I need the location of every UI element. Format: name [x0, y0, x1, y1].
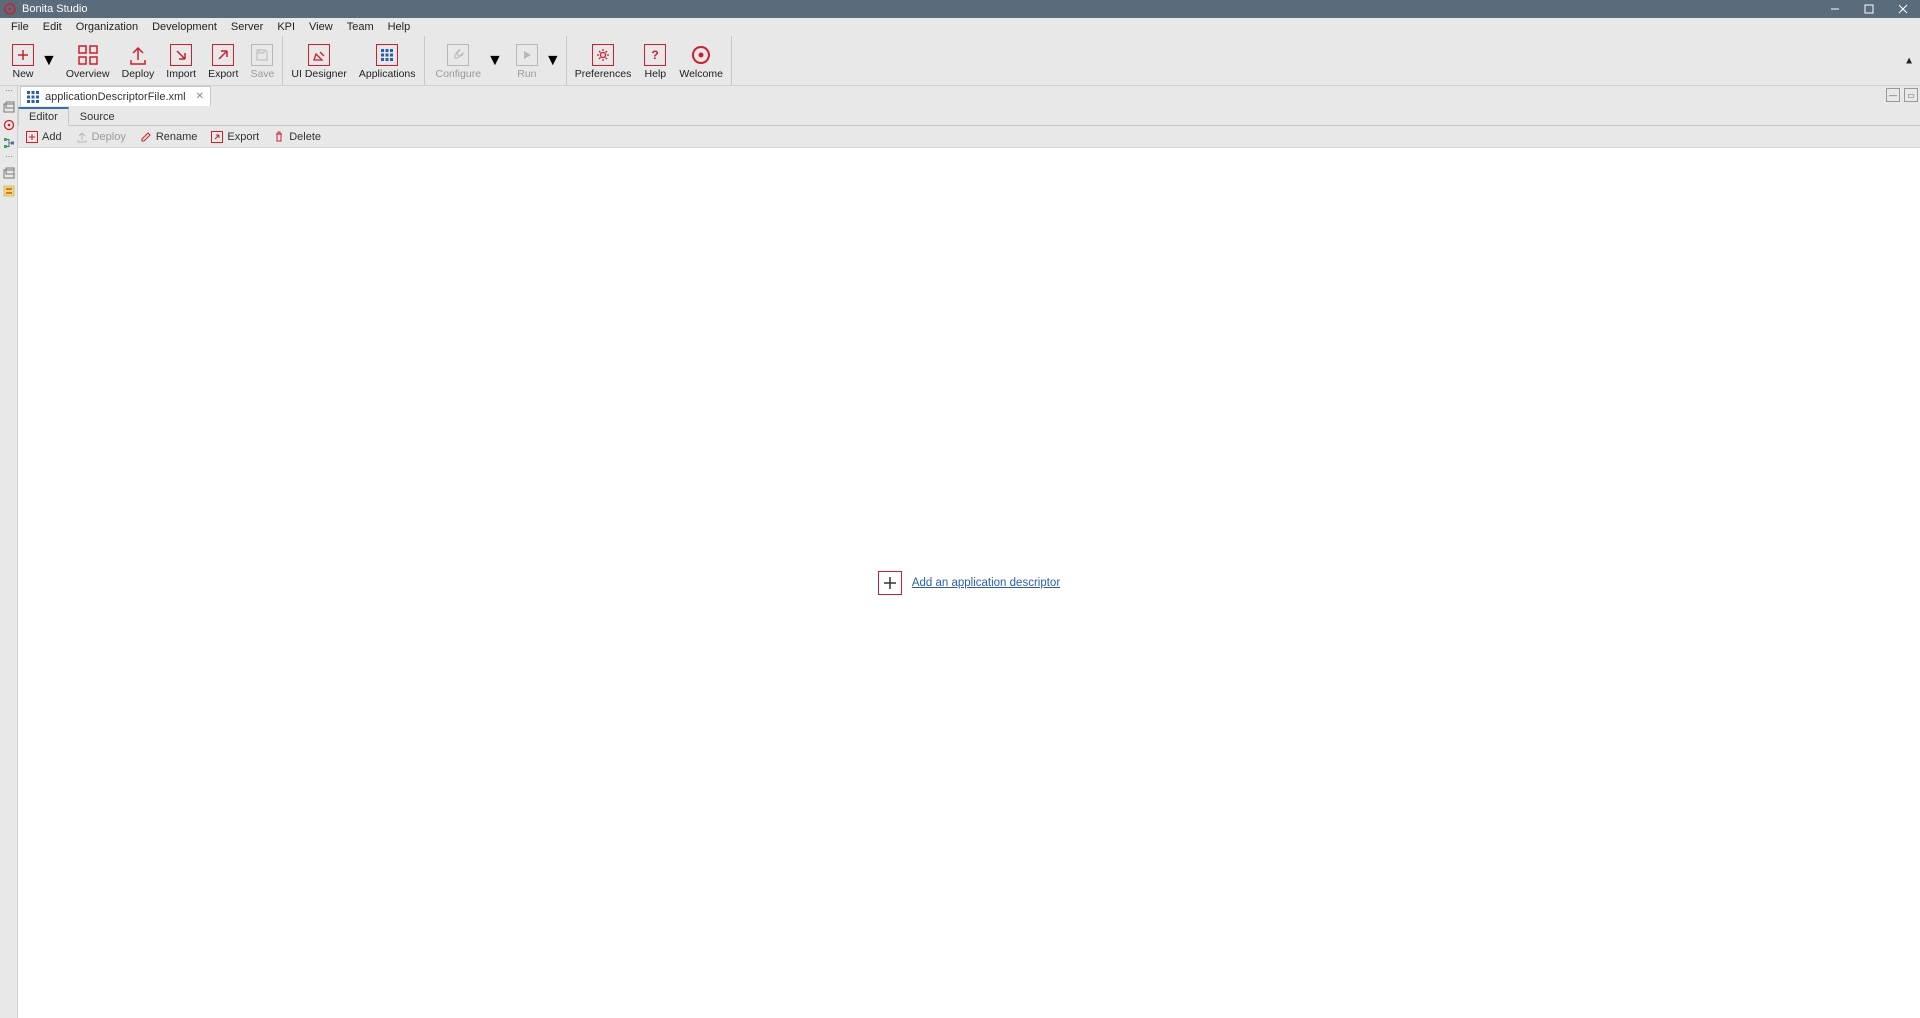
- menu-file[interactable]: File: [4, 21, 36, 33]
- new-label: New: [12, 68, 33, 80]
- chevron-down-icon: ▼: [487, 52, 503, 70]
- menubar: File Edit Organization Development Serve…: [0, 18, 1920, 36]
- plus-square-icon: [26, 131, 38, 143]
- app-grid-icon: [27, 91, 39, 103]
- export-icon: [212, 44, 234, 66]
- add-application-descriptor-link[interactable]: Add an application descriptor: [912, 577, 1060, 589]
- export-label: Export: [208, 68, 238, 80]
- overview-icon: [77, 42, 99, 68]
- editor-subtabs: Editor Source: [18, 106, 1920, 126]
- deploy-button[interactable]: Deploy: [116, 36, 161, 85]
- menu-edit[interactable]: Edit: [36, 21, 69, 33]
- restore-view-icon[interactable]: [2, 100, 16, 114]
- handle-dots-icon: ⋯: [5, 88, 12, 96]
- action-rename[interactable]: Rename: [140, 131, 198, 143]
- run-button: Run ▼: [506, 36, 564, 85]
- validation-view-icon[interactable]: [2, 184, 16, 198]
- new-button[interactable]: New ▼: [2, 36, 60, 85]
- add-application-descriptor[interactable]: Add an application descriptor: [878, 571, 1060, 595]
- chevron-down-icon[interactable]: ▼: [41, 52, 57, 70]
- editor-canvas: Add an application descriptor: [18, 148, 1920, 1018]
- save-button: Save: [244, 36, 280, 85]
- action-deploy-label: Deploy: [92, 131, 126, 143]
- handle-dots-icon: ⋯: [5, 154, 12, 162]
- save-icon: [251, 44, 273, 66]
- overview-label: Overview: [66, 68, 110, 80]
- applications-icon: [376, 44, 398, 66]
- menu-team[interactable]: Team: [340, 21, 381, 33]
- bonita-icon: [690, 42, 712, 68]
- window-minimize-button[interactable]: [1818, 0, 1852, 18]
- menu-server[interactable]: Server: [224, 21, 270, 33]
- export-button[interactable]: Export: [202, 36, 244, 85]
- tree-view-icon[interactable]: [2, 136, 16, 150]
- welcome-label: Welcome: [679, 68, 723, 80]
- preferences-label: Preferences: [575, 68, 632, 80]
- minimize-editor-icon[interactable]: —: [1886, 88, 1900, 102]
- file-tab-application-descriptor[interactable]: applicationDescriptorFile.xml ✕: [20, 86, 211, 106]
- pencil-icon: [140, 131, 152, 143]
- action-deploy: Deploy: [76, 131, 126, 143]
- import-icon: [170, 44, 192, 66]
- menu-kpi[interactable]: KPI: [270, 21, 302, 33]
- applications-button[interactable]: Applications: [353, 36, 422, 85]
- editor-tab-row: applicationDescriptorFile.xml ✕ — ▭: [18, 86, 1920, 106]
- help-button[interactable]: ? Help: [637, 36, 673, 85]
- menu-help[interactable]: Help: [381, 21, 418, 33]
- uidesigner-label: UI Designer: [291, 68, 346, 80]
- question-icon: ?: [644, 44, 666, 66]
- applications-label: Applications: [359, 68, 416, 80]
- run-label: Run: [517, 68, 536, 80]
- import-button[interactable]: Import: [160, 36, 202, 85]
- help-label: Help: [645, 68, 667, 80]
- wrench-icon: [447, 44, 469, 66]
- preferences-button[interactable]: Preferences: [569, 36, 638, 85]
- editor-action-bar: Add Deploy Rename Export Delete: [18, 126, 1920, 148]
- bonita-view-icon[interactable]: [2, 118, 16, 132]
- action-delete[interactable]: Delete: [273, 131, 321, 143]
- chevron-down-icon: ▼: [545, 52, 561, 70]
- menu-development[interactable]: Development: [145, 21, 224, 33]
- window-maximize-button[interactable]: [1852, 0, 1886, 18]
- deploy-icon: [127, 42, 149, 68]
- action-add-label: Add: [42, 131, 62, 143]
- app-title: Bonita Studio: [22, 3, 87, 15]
- perspective-switcher-icon[interactable]: ▲: [1904, 55, 1914, 66]
- action-add[interactable]: Add: [26, 131, 62, 143]
- uidesigner-button[interactable]: UI Designer: [285, 36, 352, 85]
- gear-icon: [592, 44, 614, 66]
- plus-icon: [878, 571, 902, 595]
- play-icon: [516, 44, 538, 66]
- close-tab-icon[interactable]: ✕: [196, 91, 204, 102]
- left-mini-sidebar: ⋯ ⋯: [0, 86, 18, 1018]
- configure-label: Configure: [436, 68, 482, 80]
- action-export-label: Export: [227, 131, 259, 143]
- app-icon: [4, 3, 16, 15]
- export-icon: [211, 131, 223, 143]
- import-label: Import: [166, 68, 196, 80]
- restore-view-icon-2[interactable]: [2, 166, 16, 180]
- upload-icon: [76, 131, 88, 143]
- subtab-editor[interactable]: Editor: [18, 107, 69, 126]
- menu-view[interactable]: View: [302, 21, 340, 33]
- action-rename-label: Rename: [156, 131, 198, 143]
- maximize-editor-icon[interactable]: ▭: [1904, 88, 1918, 102]
- trash-icon: [273, 131, 285, 143]
- configure-button: Configure ▼: [427, 36, 506, 85]
- main-toolbar: New ▼ Overview Deploy Import Export Save…: [0, 36, 1920, 86]
- action-export[interactable]: Export: [211, 131, 259, 143]
- titlebar: Bonita Studio: [0, 0, 1920, 18]
- action-delete-label: Delete: [289, 131, 321, 143]
- save-label: Save: [250, 68, 274, 80]
- window-close-button[interactable]: [1886, 0, 1920, 18]
- welcome-button[interactable]: Welcome: [673, 36, 729, 85]
- deploy-label: Deploy: [122, 68, 155, 80]
- overview-button[interactable]: Overview: [60, 36, 116, 85]
- svg-text:?: ?: [652, 48, 659, 62]
- uidesigner-icon: [308, 44, 330, 66]
- subtab-source[interactable]: Source: [69, 108, 126, 125]
- menu-organization[interactable]: Organization: [69, 21, 145, 33]
- plus-icon: [12, 44, 34, 66]
- file-tab-label: applicationDescriptorFile.xml: [45, 91, 186, 103]
